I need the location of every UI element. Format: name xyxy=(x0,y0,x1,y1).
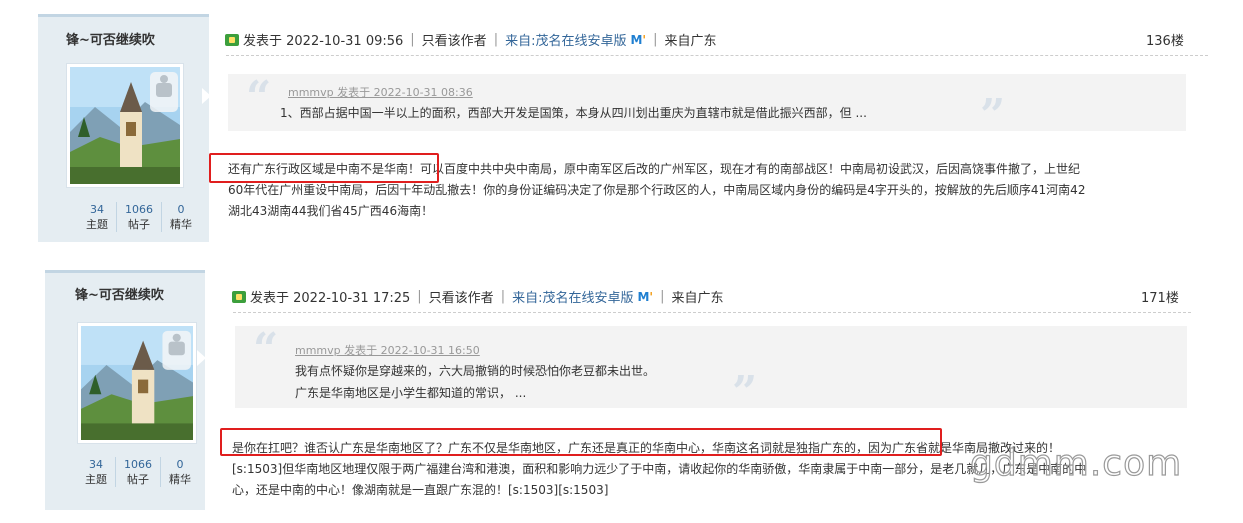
author-stats: 34 主题 1066 帖子 0 精华 xyxy=(78,202,200,232)
author-stats: 34 主题 1066 帖子 0 精华 xyxy=(77,457,199,487)
region-text: 来自广东 xyxy=(671,291,724,306)
avatar[interactable] xyxy=(66,63,184,188)
region-text: 来自广东 xyxy=(664,34,717,49)
floor-number[interactable]: 136楼 xyxy=(1146,30,1184,49)
avatar-pointer xyxy=(197,350,206,366)
stat-digest[interactable]: 0 精华 xyxy=(160,457,199,487)
app-logo-icon: M' xyxy=(637,289,654,304)
stat-topics[interactable]: 34 主题 xyxy=(77,457,115,487)
avatar-image xyxy=(70,67,180,184)
post-time: 发表于 2022-10-31 17:25 xyxy=(250,291,411,306)
quote-text: 我有点怀疑你是穿越来的，六大局撤销的时候恐怕你老豆都未出世。 xyxy=(295,364,656,378)
highlight-box xyxy=(220,428,942,456)
stat-digest[interactable]: 0 精华 xyxy=(161,202,200,232)
post-header: 发表于 2022-10-31 17:25 | 只看该作者 | 来自:茂名在线安卓… xyxy=(232,287,724,306)
online-status-icon xyxy=(225,33,239,46)
only-author-link[interactable]: 只看该作者 xyxy=(422,30,487,49)
quote-close-icon: ” xyxy=(980,90,1006,141)
only-author-link[interactable]: 只看该作者 xyxy=(429,287,494,306)
avatar-pointer xyxy=(202,88,211,104)
header-divider xyxy=(226,55,1208,56)
site-watermark: gdmm.com xyxy=(969,442,1183,484)
post-header: 发表于 2022-10-31 09:56 | 只看该作者 | 来自:茂名在线安卓… xyxy=(225,30,717,49)
post-136: 锋~可否继续吹 34 主题 1066 帖子 0 精华 发表于 2022-10-31 0… xyxy=(38,14,1214,242)
author-name[interactable]: 锋~可否继续吹 xyxy=(66,29,155,48)
stat-topics[interactable]: 34 主题 xyxy=(78,202,116,232)
floor-number[interactable]: 171楼 xyxy=(1141,287,1179,306)
online-status-icon xyxy=(232,290,246,303)
quote-block: “ mmmvp 发表于 2022-10-31 16:50 我有点怀疑你是穿越来的… xyxy=(235,324,1187,415)
quote-author-link[interactable]: mmmvp 发表于 2022-10-31 08:36 xyxy=(288,84,473,100)
quote-block: “ mmmvp 发表于 2022-10-31 08:36 1、西部占据中国一半以… xyxy=(228,72,1186,138)
app-logo-icon: M' xyxy=(630,32,647,47)
quote-open-icon: “ xyxy=(246,72,272,123)
author-name[interactable]: 锋~可否继续吹 xyxy=(75,284,164,303)
quote-text: 1、西部占据中国一半以上的面积，西部大开发是国策，本身从四川划出重庆为直辖市就是… xyxy=(280,106,867,120)
quote-author-link[interactable]: mmmvp 发表于 2022-10-31 16:50 xyxy=(295,342,480,358)
avatar-image xyxy=(81,326,193,440)
stat-posts[interactable]: 1066 帖子 xyxy=(116,202,161,232)
quote-close-icon: ” xyxy=(732,367,758,418)
source-link[interactable]: 来自:茂名在线安卓版 xyxy=(512,287,633,306)
post-time: 发表于 2022-10-31 09:56 xyxy=(243,34,404,49)
highlight-box xyxy=(209,153,439,183)
avatar[interactable] xyxy=(77,322,197,444)
quote-text: 广东是华南地区是小学生都知道的常识， ... xyxy=(295,386,527,400)
quote-open-icon: “ xyxy=(253,324,279,375)
stat-posts[interactable]: 1066 帖子 xyxy=(115,457,160,487)
source-link[interactable]: 来自:茂名在线安卓版 xyxy=(505,30,626,49)
header-divider xyxy=(233,312,1191,313)
